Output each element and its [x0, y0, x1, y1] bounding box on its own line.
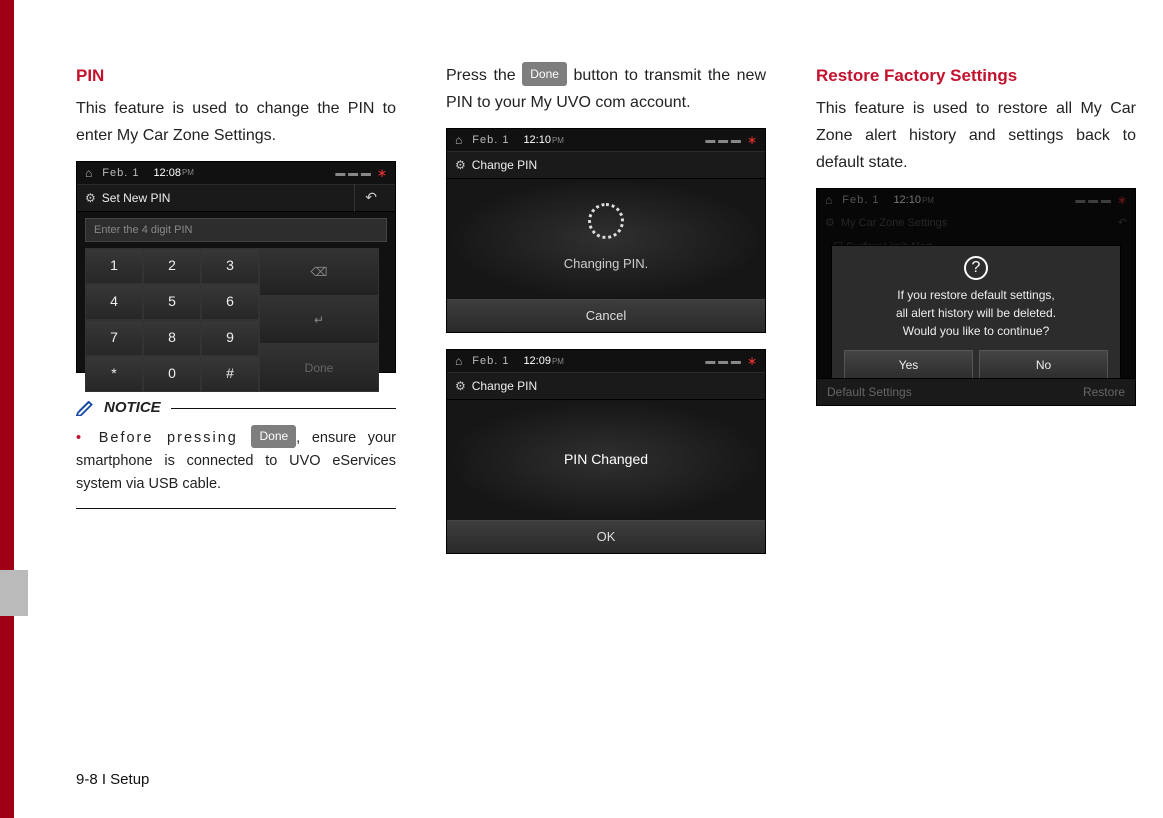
bluetooth-icon: ∗ [747, 130, 757, 150]
status-time: 12:10 [523, 131, 551, 150]
divider [171, 408, 396, 409]
no-button[interactable]: No [979, 350, 1108, 380]
col2-body: Press the Done button to transmit the ne… [446, 62, 766, 116]
status-date: Feb. 1 [472, 352, 509, 371]
question-icon: ? [964, 256, 988, 280]
keypad-7[interactable]: 7 [85, 320, 143, 356]
loading-spinner-icon [588, 203, 624, 239]
sidebar-red [0, 0, 14, 818]
home-icon: ⌂ [85, 163, 92, 183]
bluetooth-icon: ∗ [747, 351, 757, 371]
ok-button[interactable]: OK [447, 520, 765, 553]
restore-button: Restore [1083, 382, 1125, 402]
screen-title: Change PIN [472, 155, 537, 175]
keypad-done[interactable]: Done [259, 344, 379, 392]
keypad-9[interactable]: 9 [201, 320, 259, 356]
confirm-dialog: ? If you restore default settings, all a… [831, 245, 1121, 389]
status-date: Feb. 1 [472, 131, 509, 150]
pin-heading: PIN [76, 62, 396, 91]
gear-icon: ⚙ [85, 188, 96, 208]
done-button-inline: Done [522, 62, 567, 86]
home-icon: ⌂ [455, 130, 462, 150]
keypad-3[interactable]: 3 [201, 248, 259, 284]
screen-title: Set New PIN [102, 188, 171, 208]
pin-body: This feature is used to change the PIN t… [76, 95, 396, 149]
gear-icon: ⚙ [455, 376, 466, 396]
keypad-2[interactable]: 2 [143, 248, 201, 284]
cancel-button[interactable]: Cancel [447, 299, 765, 332]
signal-icon: ▬ ▬ ▬ [705, 353, 741, 370]
pin-input-field[interactable]: Enter the 4 digit PIN [85, 218, 387, 242]
signal-icon: ▬ ▬ ▬ [705, 132, 741, 149]
keypad-hash[interactable]: # [201, 356, 259, 392]
screenshot-pin-changed: ⌂ Feb. 1 12:09PM ▬ ▬ ▬ ∗ ⚙ Change PIN PI… [446, 349, 766, 554]
default-settings-label: Default Settings [827, 382, 912, 402]
screenshot-restore-dialog: ⌂ Feb. 1 12:10PM ▬ ▬ ▬ ∗ ⚙ My Car Zone S… [816, 188, 1136, 406]
status-message: PIN Changed [564, 448, 648, 472]
status-time: 12:09 [523, 352, 551, 371]
screenshot-changing-pin: ⌂ Feb. 1 12:10PM ▬ ▬ ▬ ∗ ⚙ Change PIN Ch… [446, 128, 766, 333]
home-icon: ⌂ [455, 351, 462, 371]
keypad-0[interactable]: 0 [143, 356, 201, 392]
keypad-enter[interactable]: ↵ [259, 296, 379, 344]
restore-heading: Restore Factory Settings [816, 62, 1136, 91]
keypad-6[interactable]: 6 [201, 284, 259, 320]
status-message: Changing PIN. [564, 253, 649, 275]
notice-body: • Before pressing Done, ensure your smar… [76, 421, 396, 510]
status-time: 12:08 [153, 164, 181, 183]
keypad-1[interactable]: 1 [85, 248, 143, 284]
gear-icon: ⚙ [455, 155, 466, 175]
back-icon[interactable]: ↶ [354, 184, 387, 212]
page-footer: 9-8 I Setup [76, 771, 149, 788]
done-button-inline: Done [251, 425, 296, 448]
keypad-backspace[interactable]: ⌫ [259, 248, 379, 296]
sidebar-tab [0, 570, 28, 616]
dialog-text: If you restore default settings, all ale… [844, 286, 1108, 340]
status-date: Feb. 1 [102, 164, 139, 183]
keypad-5[interactable]: 5 [143, 284, 201, 320]
keypad-4[interactable]: 4 [85, 284, 143, 320]
keypad-8[interactable]: 8 [143, 320, 201, 356]
keypad-star[interactable]: * [85, 356, 143, 392]
restore-body: This feature is used to restore all My C… [816, 95, 1136, 177]
bullet-icon: • [76, 430, 81, 446]
screenshot-set-new-pin: ⌂ Feb. 1 12:08PM ▬ ▬ ▬ ∗ ⚙ Set New PIN ↶… [76, 161, 396, 373]
bluetooth-icon: ∗ [377, 163, 387, 183]
notice-pencil-icon [76, 401, 98, 415]
signal-icon: ▬ ▬ ▬ [335, 165, 371, 182]
yes-button[interactable]: Yes [844, 350, 973, 380]
screen-title: Change PIN [472, 376, 537, 396]
